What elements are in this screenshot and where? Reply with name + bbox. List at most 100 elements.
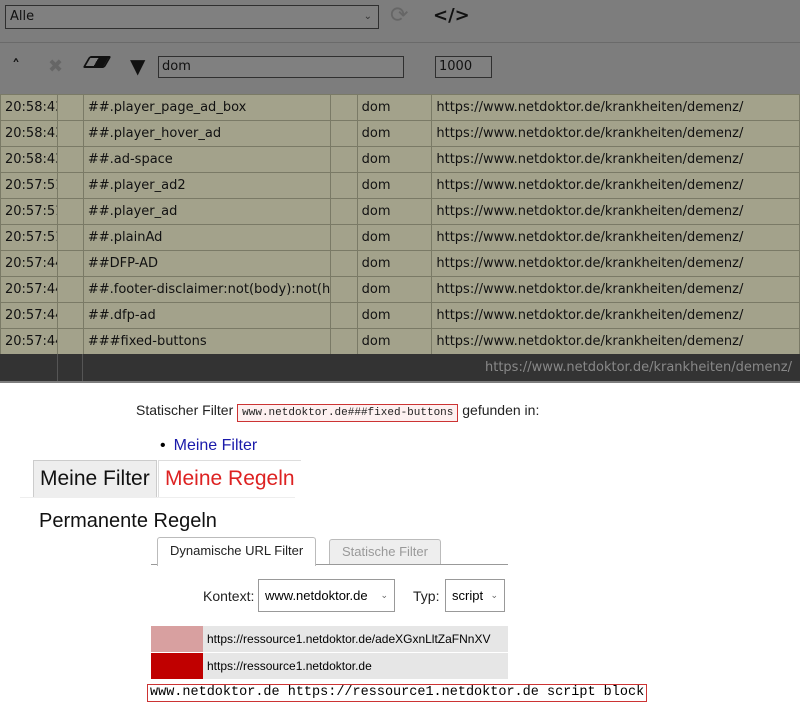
table-row[interactable]: 20:58:43 ##.ad-space domhttps://www.netdok… bbox=[0, 146, 800, 173]
cell-time: 20:57:44 bbox=[0, 276, 58, 303]
search-input[interactable]: dom bbox=[158, 56, 404, 78]
cell-filter: ##.ad-space bbox=[82, 146, 331, 173]
cell-time: 20:58:43 bbox=[0, 120, 58, 147]
filter-icon[interactable]: ▼ bbox=[130, 54, 145, 78]
cell-url: https://www.netdoktor.de/krankheiten/dem… bbox=[431, 94, 800, 121]
cell-empty bbox=[329, 328, 358, 355]
cell-type: dom bbox=[356, 94, 433, 121]
cell-empty bbox=[329, 94, 358, 121]
table-row[interactable]: 20:58:43 ##.player_page_ad_box domhttps://… bbox=[0, 94, 800, 121]
tab-statische-filter[interactable]: Statische Filter bbox=[329, 539, 441, 564]
cell-filter: ##DFP-AD bbox=[82, 250, 331, 277]
rule-url: https://ressource1.netdoktor.de bbox=[207, 659, 372, 673]
tab-meine-filter[interactable]: Meine Filter bbox=[33, 460, 157, 498]
cell-empty bbox=[329, 120, 358, 147]
type-label: Typ: bbox=[413, 588, 440, 604]
cell-filter: ##.dfp-ad bbox=[82, 302, 331, 329]
table-row[interactable]: 20:57:44 ##DFP-AD domhttps://www.netdoktor… bbox=[0, 250, 800, 277]
cell-empty bbox=[57, 224, 84, 251]
table-row[interactable]: 20:58:43 ##.player_hover_ad domhttps://www… bbox=[0, 120, 800, 147]
rule-color-swatch[interactable] bbox=[151, 626, 203, 652]
cell-type: dom bbox=[356, 250, 433, 277]
cell-filter: ##.player_page_ad_box bbox=[82, 94, 331, 121]
logger-panel: Alle ⌄ ⟳ </> ˄ ✖ ▼ dom 1000 20:58:43 ##.pl… bbox=[0, 0, 800, 383]
cell-time: 20:58:43 bbox=[0, 94, 58, 121]
cell-time: 20:57:44 bbox=[0, 250, 58, 277]
table-row[interactable]: 20:57:51 ##.player_ad domhttps://www.netdo… bbox=[0, 198, 800, 225]
eraser-icon[interactable] bbox=[82, 56, 112, 68]
cell-url: https://www.netdoktor.de/krankheiten/dem… bbox=[431, 120, 800, 147]
cell-empty bbox=[57, 172, 84, 199]
collapse-up-icon[interactable]: ˄ bbox=[12, 56, 20, 75]
cell-type: dom bbox=[356, 302, 433, 329]
cell-empty bbox=[57, 120, 84, 147]
refresh-icon[interactable]: ⟳ bbox=[390, 3, 408, 28]
cell-empty bbox=[57, 94, 84, 121]
table-row[interactable]: 20:57:44 ###fixed-buttons domhttps://www.n… bbox=[0, 328, 800, 355]
cell-empty bbox=[329, 224, 358, 251]
cell-type: dom bbox=[356, 172, 433, 199]
cell-time: 20:57:51 bbox=[0, 172, 58, 199]
cell-filter: ##.player_hover_ad bbox=[82, 120, 331, 147]
table-row[interactable]: 20:57:51 ##.plainAd domhttps://www.netdokt… bbox=[0, 224, 800, 251]
cell-empty bbox=[329, 302, 358, 329]
context-label: Kontext: bbox=[203, 588, 255, 604]
limit-input[interactable]: 1000 bbox=[435, 56, 492, 78]
cell-empty bbox=[57, 302, 84, 329]
rule-url: https://ressource1.netdoktor.de/adeXGxnL… bbox=[207, 632, 491, 646]
cell-empty bbox=[329, 172, 358, 199]
cell-url: https://www.netdoktor.de/krankheiten/dem… bbox=[431, 250, 800, 277]
rule-color-swatch[interactable] bbox=[151, 653, 203, 679]
cell-url: https://www.netdoktor.de/krankheiten/dem… bbox=[431, 224, 800, 251]
table-row[interactable]: 20:57:44 ##.dfp-ad domhttps://www.netdokto… bbox=[0, 302, 800, 329]
cell-empty bbox=[57, 328, 84, 355]
cell-time: 20:57:51 bbox=[0, 198, 58, 225]
chevron-down-icon: ⌄ bbox=[363, 11, 372, 22]
log-table: 20:58:43##.player_page_ad_boxdomhttps://… bbox=[0, 94, 800, 355]
cell-empty bbox=[57, 198, 84, 225]
cell-empty bbox=[329, 276, 358, 303]
cell-type: dom bbox=[356, 276, 433, 303]
cell-url: https://www.netdoktor.de/krankheiten/dem… bbox=[431, 276, 800, 303]
tab-meine-regeln[interactable]: Meine Regeln bbox=[158, 460, 301, 497]
table-row[interactable]: 20:57:44 ##.footer-disclaimer:not(body):n… bbox=[0, 276, 800, 303]
cell-filter: ##.player_ad bbox=[82, 198, 331, 225]
cell-url: https://www.netdoktor.de/krankheiten/dem… bbox=[431, 198, 800, 225]
cell-empty bbox=[329, 146, 358, 173]
status-url: https://www.netdoktor.de/krankheiten/dem… bbox=[485, 360, 792, 375]
link-meine-filter[interactable]: Meine Filter bbox=[160, 437, 258, 455]
cell-type: dom bbox=[356, 198, 433, 225]
cell-time: 20:57:51 bbox=[0, 224, 58, 251]
info-suffix: gefunden in: bbox=[462, 402, 540, 418]
close-icon[interactable]: ✖ bbox=[48, 56, 63, 77]
cell-filter: ##.footer-disclaimer:not(body):not(html) bbox=[82, 276, 331, 303]
cell-type: dom bbox=[356, 146, 433, 173]
filter-select-value: Alle bbox=[10, 9, 35, 24]
rule-row[interactable]: https://ressource1.netdoktor.de/adeXGxnL… bbox=[151, 626, 508, 652]
context-value: www.netdoktor.de bbox=[265, 588, 368, 603]
cell-time: 20:57:44 bbox=[0, 328, 58, 355]
divider bbox=[20, 497, 295, 498]
cell-filter: ##.plainAd bbox=[82, 224, 331, 251]
cell-filter: ##.player_ad2 bbox=[82, 172, 331, 199]
type-select[interactable]: script ⌄ bbox=[445, 579, 505, 612]
cell-empty bbox=[57, 276, 84, 303]
type-value: script bbox=[452, 588, 484, 603]
rule-row[interactable]: https://ressource1.netdoktor.de bbox=[151, 653, 508, 679]
cell-type: dom bbox=[356, 328, 433, 355]
table-row[interactable]: 20:57:51 ##.player_ad2 domhttps://www.netd… bbox=[0, 172, 800, 199]
tab-dynamische-url-filter[interactable]: Dynamische URL Filter bbox=[157, 537, 317, 566]
context-select[interactable]: www.netdoktor.de ⌄ bbox=[258, 579, 395, 612]
cell-type: dom bbox=[356, 120, 433, 147]
filter-info-popup: Statischer Filter www.netdoktor.de###fix… bbox=[120, 383, 800, 457]
section-title: Permanente Regeln bbox=[39, 510, 217, 532]
info-prefix: Statischer Filter bbox=[136, 402, 234, 418]
rule-text: www.netdoktor.de https://ressource1.netd… bbox=[147, 684, 648, 702]
filter-select[interactable]: Alle ⌄ bbox=[5, 5, 379, 29]
cell-url: https://www.netdoktor.de/krankheiten/dem… bbox=[431, 172, 800, 199]
cell-empty bbox=[57, 146, 84, 173]
code-icon[interactable]: </> bbox=[433, 5, 470, 26]
cell-empty bbox=[57, 250, 84, 277]
filter-info-text: Statischer Filter www.netdoktor.de###fix… bbox=[136, 402, 540, 422]
chevron-down-icon: ⌄ bbox=[490, 590, 498, 600]
